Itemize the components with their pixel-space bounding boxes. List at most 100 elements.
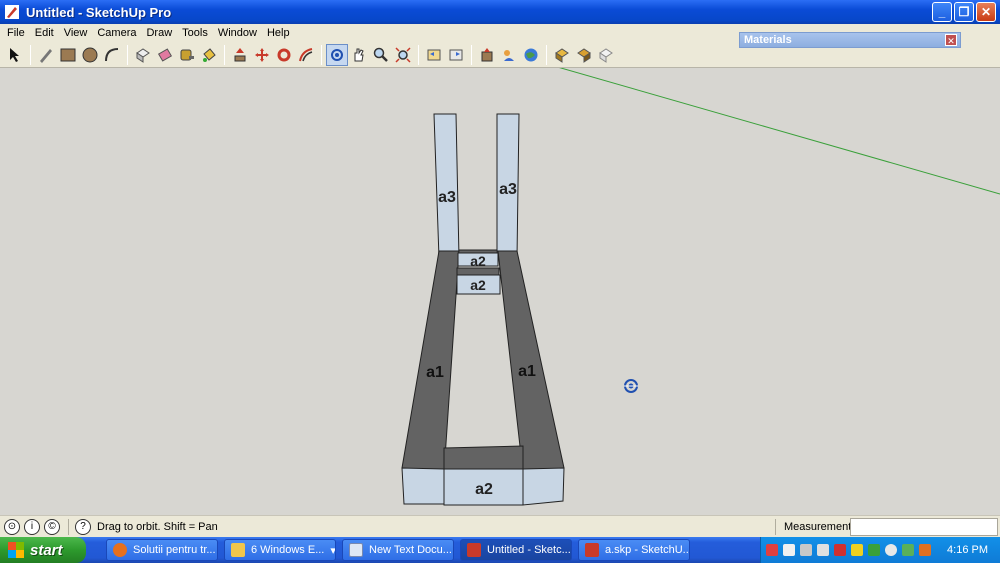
tray-icon[interactable]	[902, 544, 914, 556]
tray-icon[interactable]	[885, 544, 897, 556]
tape-measure-icon[interactable]	[176, 44, 198, 66]
network-icon[interactable]	[783, 544, 795, 556]
rotate-tool-icon[interactable]	[273, 44, 295, 66]
sketchup-app-icon	[5, 5, 19, 19]
toolbar-separator	[224, 44, 225, 65]
chevron-down-icon: ▾	[330, 544, 336, 557]
model-viewport[interactable]: a3 a3 a2 a2 a1 a1 a2	[0, 68, 1000, 515]
notepad-icon	[349, 543, 363, 557]
start-button[interactable]: start	[0, 537, 86, 563]
previous-view-icon[interactable]	[423, 44, 445, 66]
taskbar-item-notepad[interactable]: New Text Docu...	[342, 539, 454, 561]
component-browser-icon[interactable]	[551, 44, 573, 66]
tray-icon[interactable]	[868, 544, 880, 556]
sketchup-icon	[467, 543, 481, 557]
pencil-tool-icon[interactable]	[35, 44, 57, 66]
zoom-extents-icon[interactable]	[392, 44, 414, 66]
right-side-beam	[497, 250, 565, 474]
volume-icon[interactable]	[817, 544, 829, 556]
status-bar: ⊙ i © ? Drag to orbit. Shift = Pan Measu…	[0, 515, 1000, 537]
label-right-side: a1	[518, 363, 536, 380]
push-pull-icon[interactable]	[229, 44, 251, 66]
label-top-rail: a2	[470, 253, 486, 269]
windows-flag-icon	[8, 542, 24, 558]
menu-edit[interactable]: Edit	[30, 27, 59, 39]
sketchup-icon	[585, 543, 599, 557]
mid-rail-top	[456, 267, 500, 276]
taskbar-item-sketchup-untitled[interactable]: Untitled - Sketc...	[460, 539, 572, 561]
materials-panel-titlebar[interactable]: Materials ✕	[739, 32, 961, 48]
front-right-end	[522, 467, 565, 506]
status-hint: Drag to orbit. Shift = Pan	[97, 520, 218, 533]
zoom-tool-icon[interactable]	[370, 44, 392, 66]
select-tool-icon[interactable]	[4, 44, 26, 66]
next-view-icon[interactable]	[445, 44, 467, 66]
menu-help[interactable]: Help	[262, 27, 295, 39]
orbit-tool-icon[interactable]	[326, 43, 348, 66]
move-tool-icon[interactable]	[251, 44, 273, 66]
model-canvas[interactable]: a3 a3 a2 a2 a1 a1 a2	[0, 68, 1000, 515]
arc-tool-icon[interactable]	[101, 44, 123, 66]
pan-tool-icon[interactable]	[348, 44, 370, 66]
task-label: 6 Windows E...	[251, 544, 325, 556]
front-left-end	[401, 467, 445, 505]
taskbar-item-explorer[interactable]: 6 Windows E... ▾	[224, 539, 336, 561]
rectangle-tool-icon[interactable]	[57, 44, 79, 66]
toolbar-separator	[471, 44, 472, 65]
menu-tools[interactable]: Tools	[177, 27, 213, 39]
taskbar-item-sketchup-askp[interactable]: a.skp - SketchU...	[578, 539, 690, 561]
circle-tool-icon[interactable]	[79, 44, 101, 66]
label-mid-rail: a2	[470, 277, 486, 293]
label-left-side: a1	[426, 364, 444, 381]
dynamic-component-icon[interactable]	[573, 44, 595, 66]
clock: 4:16 PM	[947, 544, 988, 556]
toolbar-separator	[30, 44, 31, 65]
materials-close-button[interactable]: ✕	[945, 34, 957, 46]
task-label: a.skp - SketchU...	[605, 544, 690, 556]
task-label: Untitled - Sketc...	[487, 544, 571, 556]
menu-camera[interactable]: Camera	[92, 27, 141, 39]
offset-tool-icon[interactable]	[295, 44, 317, 66]
title-bar: Untitled - SketchUp Pro _ ❐ ✕	[0, 0, 1000, 24]
make-component-icon[interactable]	[132, 44, 154, 66]
google-earth-icon[interactable]	[520, 44, 542, 66]
credits-icon[interactable]: i	[24, 518, 40, 535]
share-model-icon[interactable]	[498, 44, 520, 66]
measurements-label: Measurements	[775, 519, 857, 535]
copyright-icon[interactable]: ©	[44, 518, 60, 535]
label-front: a2	[475, 481, 493, 498]
tray-icon[interactable]	[766, 544, 778, 556]
toolbar-separator	[418, 44, 419, 65]
tray-icon[interactable]	[834, 544, 846, 556]
left-post	[433, 113, 460, 259]
taskbar-item-firefox[interactable]: Solutii pentru tr...	[106, 539, 218, 561]
folder-icon	[231, 543, 245, 557]
task-label: Solutii pentru tr...	[133, 544, 216, 556]
green-axis-line	[559, 68, 1000, 195]
toolbar-separator	[546, 44, 547, 65]
close-button[interactable]: ✕	[976, 2, 996, 22]
minimize-button[interactable]: _	[932, 2, 952, 22]
menu-draw[interactable]: Draw	[141, 27, 177, 39]
get-models-icon[interactable]	[476, 44, 498, 66]
section-plane-icon[interactable]	[595, 44, 617, 66]
status-divider	[68, 518, 69, 535]
system-tray: 4:16 PM	[760, 537, 1000, 563]
paint-bucket-icon[interactable]	[198, 44, 220, 66]
window-title: Untitled - SketchUp Pro	[26, 4, 172, 20]
geo-location-icon[interactable]: ⊙	[4, 518, 20, 535]
orbit-cursor-icon	[624, 379, 638, 393]
tray-icon[interactable]	[851, 544, 863, 556]
help-icon[interactable]: ?	[75, 518, 91, 535]
menu-view[interactable]: View	[59, 27, 93, 39]
measurements-input[interactable]	[850, 518, 998, 536]
tray-icon[interactable]	[919, 544, 931, 556]
eraser-tool-icon[interactable]	[154, 44, 176, 66]
menu-window[interactable]: Window	[213, 27, 262, 39]
maximize-button[interactable]: ❐	[954, 2, 974, 22]
start-label: start	[30, 541, 63, 559]
firefox-icon	[113, 543, 127, 557]
menu-file[interactable]: File	[2, 27, 30, 39]
toolbar-separator	[127, 44, 128, 65]
tray-icon[interactable]	[800, 544, 812, 556]
